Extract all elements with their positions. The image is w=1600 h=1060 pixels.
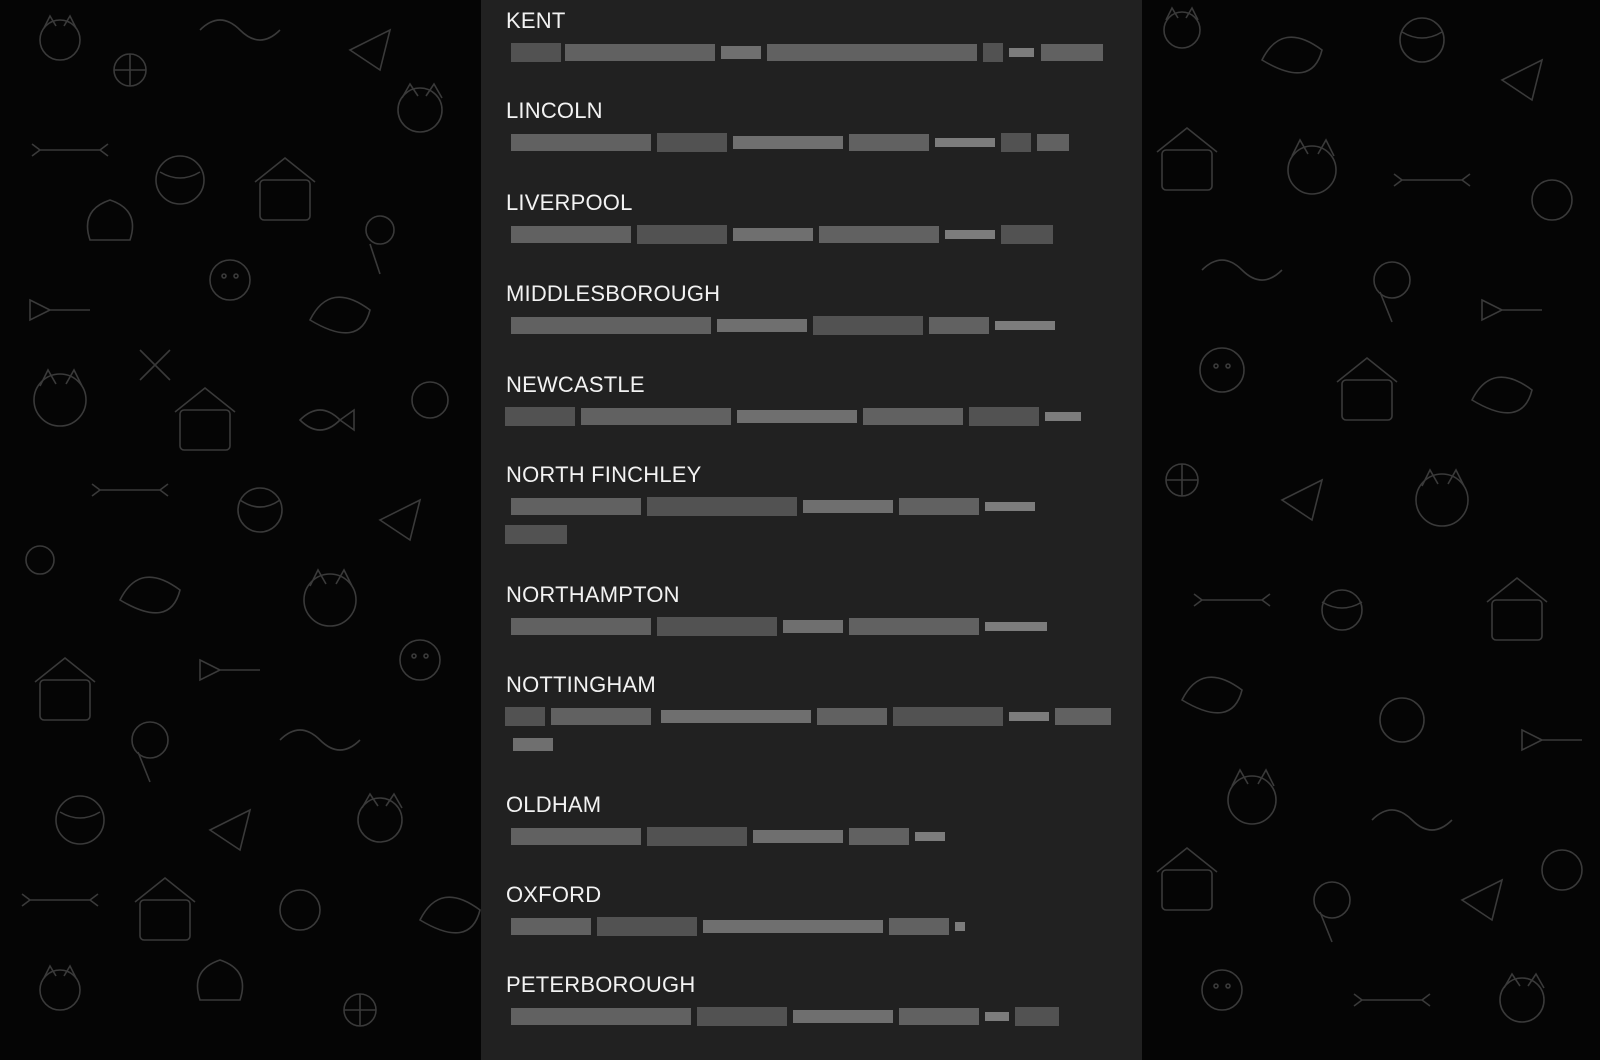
doodle-pattern-icon	[21, 14, 481, 1027]
location-title: LINCOLN	[506, 98, 603, 123]
location-title: KENT	[506, 8, 566, 33]
location-entry-peterborough: PETERBOROUGH	[506, 972, 1126, 1027]
location-entry-oxford: OXFORD	[506, 882, 1126, 937]
doodle-pattern-icon	[1156, 6, 1583, 1023]
location-entry-northampton: NORTHAMPTON	[506, 582, 1126, 637]
redacted-text-line	[501, 405, 1126, 427]
location-title: NORTH FINCHLEY	[506, 462, 702, 487]
redacted-text-line	[501, 314, 1126, 336]
location-entry-oldham: OLDHAM	[506, 792, 1126, 847]
redacted-text-line	[501, 1005, 1126, 1027]
location-title: NORTHAMPTON	[506, 582, 680, 607]
location-title: PETERBOROUGH	[506, 972, 696, 997]
location-title: OXFORD	[506, 882, 602, 907]
chat-wallpaper-right	[1142, 0, 1600, 1060]
location-entry-lincoln: LINCOLN	[506, 98, 1126, 153]
location-title: OLDHAM	[506, 792, 602, 817]
location-entry-liverpool: LIVERPOOL	[506, 190, 1126, 245]
redacted-text-line	[501, 915, 1126, 937]
location-entry-newcastle: NEWCASTLE	[505, 372, 1126, 427]
location-entry-nottingham: NOTTINGHAM	[505, 672, 1126, 755]
redacted-text-line	[501, 131, 1126, 153]
message-bubble: KENT LINCOLN LIVERPOOL MIDDLESBOROUGH NE…	[481, 0, 1142, 1060]
chat-wallpaper-left	[0, 0, 481, 1060]
location-entry-north-finchley: NORTH FINCHLEY	[505, 462, 1126, 545]
redacted-text-line	[501, 223, 1126, 245]
redacted-text-line	[501, 495, 1126, 517]
redacted-text-line	[501, 41, 1126, 63]
redacted-text-line	[501, 523, 1126, 545]
redacted-text-line	[501, 705, 1126, 727]
location-entry-kent: KENT	[506, 8, 1126, 63]
redacted-text-line	[501, 615, 1126, 637]
location-title: MIDDLESBOROUGH	[506, 281, 721, 306]
location-title: LIVERPOOL	[506, 190, 633, 215]
location-entry-middlesborough: MIDDLESBOROUGH	[506, 281, 1126, 336]
location-title: NEWCASTLE	[506, 372, 645, 397]
redacted-text-line	[501, 733, 1126, 755]
location-title: NOTTINGHAM	[506, 672, 656, 697]
redacted-text-line	[501, 825, 1126, 847]
